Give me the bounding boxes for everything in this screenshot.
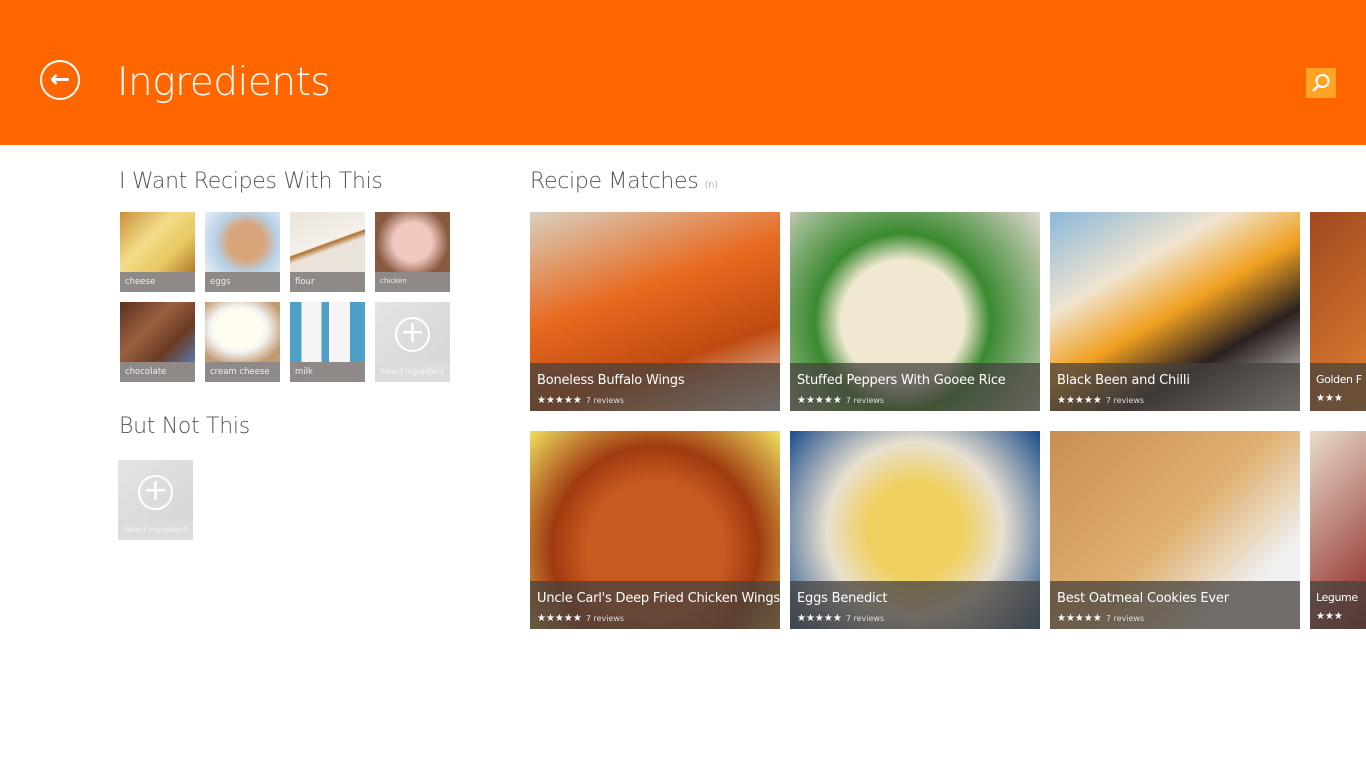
plus-icon: + (395, 317, 430, 352)
ingredient-tile-milk[interactable]: milk (290, 302, 365, 382)
matches-heading: Recipe Matches (n) (530, 169, 718, 194)
recipe-caption: Golden F ★★★ (1310, 363, 1366, 411)
want-heading: I Want Recipes With This (119, 169, 383, 194)
star-rating-icon: ★★★★★ (1057, 613, 1102, 624)
plus-icon: + (138, 475, 173, 510)
ingredient-tile-eggs[interactable]: eggs (205, 212, 280, 292)
recipe-tile[interactable]: Eggs Benedict ★★★★★ 7 reviews (790, 431, 1040, 629)
review-count: 7 reviews (845, 614, 885, 623)
recipe-tile[interactable]: Legume ★★★ (1310, 431, 1366, 629)
recipe-caption: Best Oatmeal Cookies Ever ★★★★★ 7 reviews (1050, 581, 1300, 629)
ingredient-tile-cheese[interactable]: cheese (120, 212, 195, 292)
recipe-tile[interactable]: Golden F ★★★ (1310, 212, 1366, 411)
recipe-name: Uncle Carl's Deep Fried Chicken Wings (537, 591, 780, 606)
page-title: Ingredients (117, 60, 331, 105)
star-rating-icon: ★★★★★ (797, 395, 842, 406)
recipe-tile[interactable]: Best Oatmeal Cookies Ever ★★★★★ 7 reviews (1050, 431, 1300, 629)
ingredient-tile-cream-cheese[interactable]: cream cheese (205, 302, 280, 382)
star-rating-icon: ★★★★★ (797, 613, 842, 624)
search-button[interactable] (1306, 68, 1336, 98)
ingredient-tile-chocolate[interactable]: chocolate (120, 302, 195, 382)
star-rating-icon: ★★★ (1316, 611, 1343, 622)
recipe-name: Golden F (1316, 373, 1362, 386)
recipe-name: Eggs Benedict (797, 591, 888, 606)
recipe-tile[interactable]: Stuffed Peppers With Gooee Rice ★★★★★ 7 r… (790, 212, 1040, 411)
recipe-caption: Legume ★★★ (1310, 581, 1366, 629)
back-button[interactable]: ← (40, 60, 80, 100)
review-count: 7 reviews (585, 614, 625, 623)
recipe-tile[interactable]: Uncle Carl's Deep Fried Chicken Wings ★★… (530, 431, 780, 629)
review-count: 7 reviews (1105, 614, 1145, 623)
recipe-caption: Uncle Carl's Deep Fried Chicken Wings ★★… (530, 581, 780, 629)
ingredient-tile-chicken[interactable]: chicken (375, 212, 450, 292)
recipe-name: Black Been and Chilli (1057, 373, 1190, 388)
recipe-tile[interactable]: Black Been and Chilli ★★★★★ 7 reviews (1050, 212, 1300, 411)
review-count: 7 reviews (845, 396, 885, 405)
recipe-name: Best Oatmeal Cookies Ever (1057, 591, 1229, 606)
star-rating-icon: ★★★★★ (537, 395, 582, 406)
recipe-name: Legume (1316, 591, 1358, 604)
recipe-caption: Boneless Buffalo Wings ★★★★★ 7 reviews (530, 363, 780, 411)
recipe-name: Stuffed Peppers With Gooee Rice (797, 373, 1006, 388)
back-arrow-icon: ← (49, 65, 71, 93)
recipe-caption: Stuffed Peppers With Gooee Rice ★★★★★ 7 r… (790, 363, 1040, 411)
app-header: ← Ingredients (0, 0, 1366, 145)
review-count: 7 reviews (585, 396, 625, 405)
ingredient-tile-flour[interactable]: flour (290, 212, 365, 292)
match-count: (n) (704, 180, 718, 191)
select-ingredient-button[interactable]: + Select Ingredient (375, 302, 450, 382)
star-rating-icon: ★★★ (1316, 393, 1343, 404)
star-rating-icon: ★★★★★ (1057, 395, 1102, 406)
select-excluded-ingredient-button[interactable]: + Select Ingredient (118, 460, 193, 540)
review-count: 7 reviews (1105, 396, 1145, 405)
recipe-name: Boneless Buffalo Wings (537, 373, 685, 388)
search-icon (1312, 74, 1330, 92)
recipe-caption: Black Been and Chilli ★★★★★ 7 reviews (1050, 363, 1300, 411)
exclude-heading: But Not This (119, 414, 250, 439)
recipe-tile[interactable]: Boneless Buffalo Wings ★★★★★ 7 reviews (530, 212, 780, 411)
star-rating-icon: ★★★★★ (537, 613, 582, 624)
recipe-caption: Eggs Benedict ★★★★★ 7 reviews (790, 581, 1040, 629)
